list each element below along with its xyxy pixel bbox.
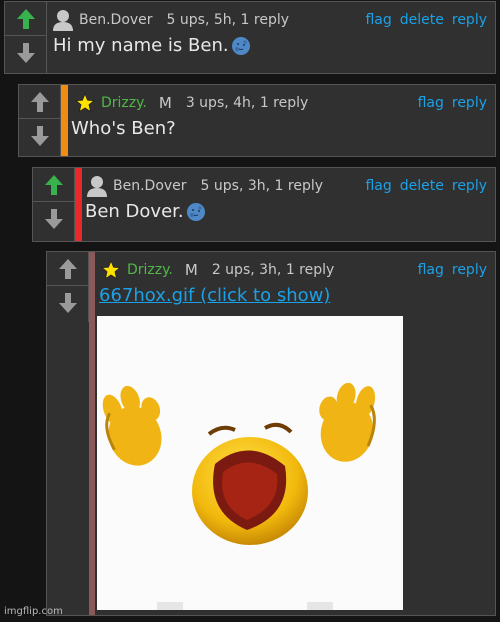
mod-badge: M: [158, 94, 172, 112]
gif-image[interactable]: [97, 316, 403, 610]
flag-link[interactable]: flag: [418, 262, 444, 278]
username-link[interactable]: Ben.Dover: [113, 178, 187, 194]
moon-face-emoji-icon: [231, 36, 250, 55]
comment-3: Ben.Dover 5 ups, 3h, 1 reply flag delete…: [32, 167, 496, 242]
imgflip-watermark: imgflip.com: [4, 606, 63, 617]
flag-link[interactable]: flag: [365, 178, 391, 194]
mod-star-icon: [101, 260, 121, 280]
comment-header: Ben.Dover 5 ups, 3h, 1 reply: [87, 174, 323, 198]
comment-1: Ben.Dover 5 ups, 5h, 1 reply flag delete…: [4, 1, 496, 74]
comment-actions: flag delete reply: [365, 174, 487, 198]
downvote-button[interactable]: [5, 36, 47, 70]
comment-meta: 2 ups, 3h, 1 reply: [211, 262, 335, 278]
user-avatar-icon: [87, 176, 107, 197]
arrow-down-icon: [17, 43, 35, 63]
comment-header: Drizzy. M 3 ups, 4h, 1 reply: [75, 91, 308, 115]
reply-link[interactable]: reply: [452, 262, 487, 278]
reply-accent-bar: [61, 85, 68, 156]
comment-header: Drizzy. M 2 ups, 3h, 1 reply: [101, 258, 334, 282]
delete-link[interactable]: delete: [400, 12, 444, 28]
reply-link[interactable]: reply: [452, 178, 487, 194]
arrow-down-icon: [59, 293, 77, 313]
left-hand: [102, 385, 162, 466]
comment-meta: 5 ups, 5h, 1 reply: [166, 12, 290, 28]
upvote-button[interactable]: [19, 85, 61, 119]
reply-link[interactable]: reply: [452, 12, 487, 28]
upvote-button[interactable]: [5, 2, 47, 36]
upvote-button[interactable]: [33, 168, 75, 202]
comment-actions: flag reply: [418, 91, 487, 115]
mod-badge: M: [184, 261, 198, 279]
comment-actions: flag delete reply: [365, 8, 487, 32]
comment-body: Who's Ben?: [71, 118, 176, 139]
crying-emoji-image: [102, 382, 376, 610]
comment-body: 667hox.gif (click to show): [99, 285, 330, 306]
vote-column: [33, 168, 75, 241]
downvote-button[interactable]: [47, 286, 89, 320]
username-link[interactable]: Drizzy.: [101, 95, 147, 111]
vote-column: [19, 85, 61, 156]
downvote-button[interactable]: [19, 119, 61, 153]
user-avatar-icon: [53, 10, 73, 31]
arrow-up-icon: [17, 8, 35, 29]
comment-text: Hi my name is Ben.: [53, 35, 229, 56]
arrow-up-icon: [45, 174, 63, 195]
mod-star-icon: [75, 93, 95, 113]
comment-meta: 3 ups, 4h, 1 reply: [185, 95, 309, 111]
upvote-button[interactable]: [47, 252, 89, 286]
delete-link[interactable]: delete: [400, 178, 444, 194]
arrow-down-icon: [45, 209, 63, 229]
comment-2: Drizzy. M 3 ups, 4h, 1 reply flag reply …: [18, 84, 496, 157]
arrow-up-icon: [59, 258, 77, 279]
reply-accent-bar: [75, 168, 82, 241]
vote-column: [5, 2, 47, 73]
comment-header: Ben.Dover 5 ups, 5h, 1 reply: [53, 8, 289, 32]
reply-link[interactable]: reply: [452, 95, 487, 111]
vote-column: [47, 252, 89, 322]
gif-show-link[interactable]: 667hox.gif (click to show): [99, 285, 330, 306]
moon-face-emoji-icon: [186, 202, 205, 221]
comment-text: Who's Ben?: [71, 118, 176, 139]
reply-accent-bar: [89, 252, 95, 615]
username-link[interactable]: Ben.Dover: [79, 12, 153, 28]
arrow-down-icon: [31, 126, 49, 146]
right-hand: [319, 382, 376, 462]
arrow-up-icon: [31, 91, 49, 112]
downvote-button[interactable]: [33, 202, 75, 236]
comment-meta: 5 ups, 3h, 1 reply: [200, 178, 324, 194]
comment-4: Drizzy. M 2 ups, 3h, 1 reply flag reply …: [46, 251, 496, 616]
flag-link[interactable]: flag: [365, 12, 391, 28]
comment-body: Ben Dover.: [85, 201, 206, 222]
comment-text: Ben Dover.: [85, 201, 184, 222]
username-link[interactable]: Drizzy.: [127, 262, 173, 278]
flag-link[interactable]: flag: [418, 95, 444, 111]
comment-body: Hi my name is Ben.: [53, 35, 251, 56]
comment-actions: flag reply: [418, 258, 487, 282]
